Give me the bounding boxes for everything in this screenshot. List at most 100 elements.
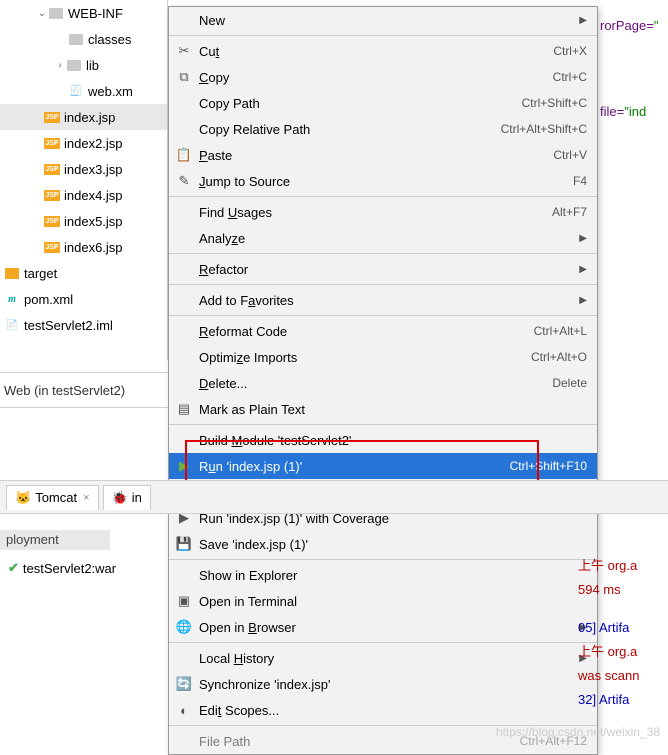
menu-save[interactable]: 💾Save 'index.jsp (1)' xyxy=(169,531,597,557)
tree-webxml[interactable]: 🧾web.xm xyxy=(0,78,167,104)
chevron-right-icon: › xyxy=(54,60,66,71)
menu-explorer[interactable]: Show in Explorer xyxy=(169,562,597,588)
tree-label: pom.xml xyxy=(24,292,73,307)
deployment-panel-label: ployment xyxy=(0,530,110,550)
tab-tomcat[interactable]: 🐱Tomcat× xyxy=(6,485,99,510)
menu-paste[interactable]: 📋PasteCtrl+V xyxy=(169,142,597,168)
menu-separator xyxy=(169,424,597,425)
deployment-item[interactable]: ✔testServlet2:war xyxy=(8,560,116,576)
console-line: 32] Artifa xyxy=(578,688,668,712)
tree-classes[interactable]: classes xyxy=(0,26,167,52)
menu-terminal[interactable]: ▣Open in Terminal xyxy=(169,588,597,614)
tree-lib[interactable]: › lib xyxy=(0,52,167,78)
console-output: 上午 org.a 594 ms 05] Artifa 上午 org.a was … xyxy=(578,514,668,744)
code-attr: file= xyxy=(600,104,624,119)
menu-history[interactable]: Local History▶ xyxy=(169,645,597,671)
console-line: 594 ms xyxy=(578,578,668,602)
menu-jump[interactable]: ✎Jump to SourceF4 xyxy=(169,168,597,194)
jsp-icon: JSP xyxy=(44,161,60,177)
menu-plain-text[interactable]: ▤Mark as Plain Text xyxy=(169,396,597,422)
menu-find-usages[interactable]: Find UsagesAlt+F7 xyxy=(169,199,597,225)
menu-refactor[interactable]: Refactor▶ xyxy=(169,256,597,282)
console-line: 上午 org.a xyxy=(578,640,668,664)
tree-index[interactable]: JSPindex.jsp xyxy=(0,104,167,130)
shortcut: Ctrl+Alt+L xyxy=(534,324,587,338)
menu-cut[interactable]: ✂CutCtrl+X xyxy=(169,38,597,64)
code-attr: rorPage= xyxy=(600,18,654,33)
shortcut: Ctrl+C xyxy=(553,70,587,84)
menu-separator xyxy=(169,642,597,643)
jsp-icon: JSP xyxy=(44,187,60,203)
menu-separator xyxy=(169,559,597,560)
debug-icon: 🐞 xyxy=(112,490,128,506)
menu-browser[interactable]: 🌐Open in Browser▶ xyxy=(169,614,597,640)
text-icon: ▤ xyxy=(175,400,193,418)
web-panel-header[interactable]: Web (in testServlet2) xyxy=(0,372,168,408)
tree-index5[interactable]: JSP index5.jsp xyxy=(0,208,167,234)
tree-pom[interactable]: m pom.xml xyxy=(0,286,167,312)
menu-separator xyxy=(169,315,597,316)
tree-label: index5.jsp xyxy=(64,214,123,229)
menu-copy-relative[interactable]: Copy Relative PathCtrl+Alt+Shift+C xyxy=(169,116,597,142)
chevron-right-icon: ▶ xyxy=(579,295,587,306)
close-icon[interactable]: × xyxy=(83,492,89,504)
menu-reformat[interactable]: Reformat CodeCtrl+Alt+L xyxy=(169,318,597,344)
shortcut: Ctrl+Shift+C xyxy=(522,96,587,110)
tree-index2[interactable]: JSPindex2.jsp xyxy=(0,130,167,156)
menu-copy-path[interactable]: Copy PathCtrl+Shift+C xyxy=(169,90,597,116)
menu-label: New xyxy=(199,13,573,28)
watermark: https://blog.csdn.net/weixin_38 xyxy=(496,725,660,739)
project-tree[interactable]: ⌄WEB-INF classes ›lib 🧾web.xm JSPindex.j… xyxy=(0,0,168,360)
menu-delete[interactable]: Delete...Delete xyxy=(169,370,597,396)
tree-index3[interactable]: JSP index3.jsp xyxy=(0,156,167,182)
menu-separator xyxy=(169,284,597,285)
console-line: 上午 org.a xyxy=(578,554,668,578)
jsp-icon: JSP xyxy=(44,135,60,151)
console-line: was scann xyxy=(578,664,668,688)
menu-run[interactable]: ▶Run 'index.jsp (1)'Ctrl+Shift+F10 xyxy=(169,453,597,479)
menu-copy[interactable]: ⧉CopyCtrl+C xyxy=(169,64,597,90)
iml-icon: 📄 xyxy=(4,317,20,333)
code-str: "ind xyxy=(624,104,646,119)
tree-label: lib xyxy=(86,58,99,73)
folder-icon xyxy=(68,31,84,47)
copy-icon: ⧉ xyxy=(175,68,193,86)
menu-build[interactable]: Build Module 'testServlet2' xyxy=(169,427,597,453)
menu-favorites[interactable]: Add to Favorites▶ xyxy=(169,287,597,313)
shortcut: Ctrl+Shift+F10 xyxy=(510,459,587,473)
deployment-name: testServlet2:war xyxy=(23,561,116,576)
tree-iml[interactable]: 📄 testServlet2.iml xyxy=(0,312,167,338)
shortcut: Ctrl+X xyxy=(553,44,587,58)
tree-label: web.xm xyxy=(88,84,133,99)
tree-label: WEB-INF xyxy=(68,6,123,21)
context-menu: New ▶ ✂CutCtrl+X ⧉CopyCtrl+C Copy PathCtr… xyxy=(168,6,598,755)
cut-icon: ✂ xyxy=(175,42,193,60)
shortcut: F4 xyxy=(573,174,587,188)
browser-icon: 🌐 xyxy=(175,618,193,636)
tree-label: testServlet2.iml xyxy=(24,318,113,333)
tree-index4[interactable]: JSP index4.jsp xyxy=(0,182,167,208)
paste-icon: 📋 xyxy=(175,146,193,164)
menu-analyze[interactable]: Analyze▶ xyxy=(169,225,597,251)
edit-icon: ✎ xyxy=(175,172,193,190)
menu-new[interactable]: New ▶ xyxy=(169,7,597,33)
chevron-right-icon: ▶ xyxy=(579,15,587,26)
tab-index[interactable]: 🐞in xyxy=(103,485,151,510)
menu-optimize[interactable]: Optimize ImportsCtrl+Alt+O xyxy=(169,344,597,370)
tree-label: index6.jsp xyxy=(64,240,123,255)
scopes-icon: ◐ xyxy=(175,701,193,719)
menu-sync[interactable]: 🔄Synchronize 'index.jsp' xyxy=(169,671,597,697)
shortcut: Ctrl+V xyxy=(553,148,587,162)
shortcut: Ctrl+Alt+O xyxy=(531,350,587,364)
tree-label: index.jsp xyxy=(64,110,115,125)
tree-label: index3.jsp xyxy=(64,162,123,177)
jsp-icon: JSP xyxy=(44,213,60,229)
tree-webinf[interactable]: ⌄WEB-INF xyxy=(0,0,167,26)
tree-target[interactable]: target xyxy=(0,260,167,286)
tab-label: Tomcat xyxy=(35,490,77,505)
tree-index6[interactable]: JSPindex6.jsp xyxy=(0,234,167,260)
menu-scopes[interactable]: ◐Edit Scopes... xyxy=(169,697,597,723)
maven-icon: m xyxy=(4,291,20,307)
tree-label: index4.jsp xyxy=(64,188,123,203)
chevron-right-icon: ▶ xyxy=(579,264,587,275)
